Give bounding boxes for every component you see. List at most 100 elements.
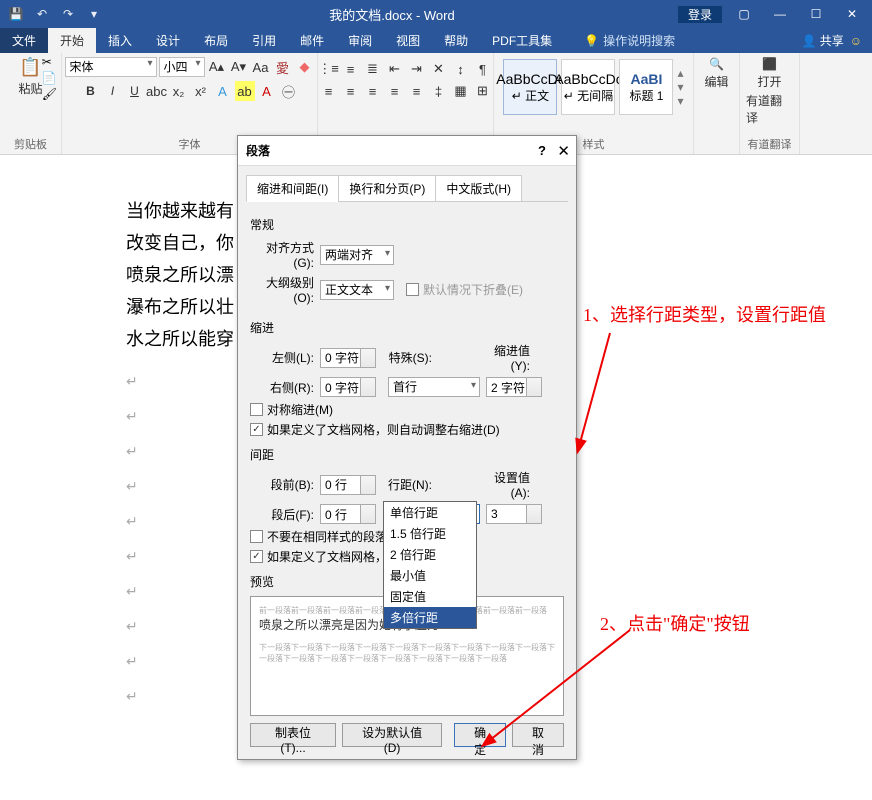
- share-button[interactable]: 👤 共享: [801, 32, 843, 49]
- tab-references[interactable]: 引用: [240, 28, 288, 53]
- shading-icon[interactable]: ▦: [451, 81, 471, 101]
- smiley-icon[interactable]: ☺: [850, 34, 862, 48]
- ok-button[interactable]: 确定: [454, 723, 506, 747]
- section-general: 常规: [250, 216, 564, 233]
- styles-down-icon[interactable]: ▾: [677, 80, 683, 94]
- highlight-icon[interactable]: ab: [235, 81, 255, 101]
- save-icon[interactable]: 💾: [4, 2, 28, 26]
- before-spinner[interactable]: 0 行: [320, 475, 376, 495]
- phonetic-icon[interactable]: 愛: [273, 57, 293, 77]
- line-spacing-icon[interactable]: ‡: [429, 81, 449, 101]
- default-button[interactable]: 设为默认值(D): [342, 723, 442, 747]
- outline-select[interactable]: 正文文本: [320, 280, 394, 300]
- format-painter-icon[interactable]: 🖌: [42, 87, 57, 101]
- youdao-button[interactable]: ⬛ 打开 有道翻译: [746, 57, 793, 126]
- bullets-icon[interactable]: ⋮≡: [319, 59, 339, 79]
- ribbon-options-icon[interactable]: ▢: [726, 0, 762, 28]
- subscript-icon[interactable]: x₂: [169, 81, 189, 101]
- after-spinner[interactable]: 0 行: [320, 504, 376, 524]
- grow-font-icon[interactable]: A▴: [207, 57, 227, 77]
- tab-mailings[interactable]: 邮件: [288, 28, 336, 53]
- cancel-button[interactable]: 取消: [512, 723, 564, 747]
- by-spinner[interactable]: 2 字符: [486, 377, 542, 397]
- style-normal[interactable]: AaBbCcDc ↵ 正文: [503, 59, 557, 115]
- dialog-close-icon[interactable]: ✕: [557, 142, 570, 160]
- style-nospacing[interactable]: AaBbCcDc ↵ 无间隔: [561, 59, 615, 115]
- align-right-icon[interactable]: ≡: [363, 81, 383, 101]
- tab-layout[interactable]: 布局: [192, 28, 240, 53]
- login-button[interactable]: 登录: [678, 6, 722, 23]
- special-indent-select[interactable]: 首行: [388, 377, 480, 397]
- drop-min[interactable]: 最小值: [384, 565, 476, 586]
- text-effects-icon[interactable]: A: [213, 81, 233, 101]
- tab-line-page-breaks[interactable]: 换行和分页(P): [338, 175, 436, 202]
- qat-customize-icon[interactable]: ▾: [82, 2, 106, 26]
- drop-double[interactable]: 2 倍行距: [384, 544, 476, 565]
- autogrid1-checkbox[interactable]: ✓: [250, 423, 263, 436]
- strike-icon[interactable]: abc: [147, 81, 167, 101]
- right-indent-spinner[interactable]: 0 字符: [320, 377, 376, 397]
- style-heading1[interactable]: AaBI 标题 1: [619, 59, 673, 115]
- maximize-icon[interactable]: ☐: [798, 0, 834, 28]
- styles-more-icon[interactable]: ▾: [677, 94, 683, 108]
- dec-indent-icon[interactable]: ⇤: [385, 59, 405, 79]
- styles-up-icon[interactable]: ▴: [677, 66, 683, 80]
- copy-icon[interactable]: 📄: [42, 71, 57, 85]
- tab-view[interactable]: 视图: [384, 28, 432, 53]
- tab-asian-typography[interactable]: 中文版式(H): [435, 175, 522, 202]
- underline-icon[interactable]: U: [125, 81, 145, 101]
- close-icon[interactable]: ✕: [834, 0, 870, 28]
- borders-icon[interactable]: ⊞: [473, 81, 493, 101]
- asian-layout-icon[interactable]: ✕: [429, 59, 449, 79]
- tab-design[interactable]: 设计: [144, 28, 192, 53]
- dialog-titlebar[interactable]: 段落 ? ✕: [238, 136, 576, 166]
- bold-icon[interactable]: B: [81, 81, 101, 101]
- line-spacing-dropdown: 单倍行距 1.5 倍行距 2 倍行距 最小值 固定值 多倍行距: [383, 501, 477, 629]
- minimize-icon[interactable]: —: [762, 0, 798, 28]
- tab-review[interactable]: 审阅: [336, 28, 384, 53]
- font-color-icon[interactable]: A: [257, 81, 277, 101]
- align-left-icon[interactable]: ≡: [319, 81, 339, 101]
- undo-icon[interactable]: ↶: [30, 2, 54, 26]
- distributed-icon[interactable]: ≡: [407, 81, 427, 101]
- tab-help[interactable]: 帮助: [432, 28, 480, 53]
- align-center-icon[interactable]: ≡: [341, 81, 361, 101]
- font-name-select[interactable]: 宋体: [65, 57, 157, 77]
- sort-icon[interactable]: ↕: [451, 59, 471, 79]
- drop-fixed[interactable]: 固定值: [384, 586, 476, 607]
- tab-insert[interactable]: 插入: [96, 28, 144, 53]
- alignment-select[interactable]: 两端对齐: [320, 245, 394, 265]
- font-size-select[interactable]: 小四: [159, 57, 205, 77]
- multilevel-icon[interactable]: ≣: [363, 59, 383, 79]
- tab-file[interactable]: 文件: [0, 28, 48, 53]
- align-justify-icon[interactable]: ≡: [385, 81, 405, 101]
- drop-onehalf[interactable]: 1.5 倍行距: [384, 523, 476, 544]
- tab-pdf[interactable]: PDF工具集: [480, 28, 564, 53]
- shrink-font-icon[interactable]: A▾: [229, 57, 249, 77]
- numbering-icon[interactable]: ≡: [341, 59, 361, 79]
- superscript-icon[interactable]: x²: [191, 81, 211, 101]
- inc-indent-icon[interactable]: ⇥: [407, 59, 427, 79]
- italic-icon[interactable]: I: [103, 81, 123, 101]
- cut-icon[interactable]: ✂: [42, 55, 57, 69]
- nosame-checkbox[interactable]: [250, 530, 263, 543]
- show-marks-icon[interactable]: ¶: [473, 59, 493, 79]
- edit-button[interactable]: 🔍 编辑: [704, 57, 728, 90]
- dialog-help-icon[interactable]: ?: [538, 143, 546, 158]
- tab-indent-spacing[interactable]: 缩进和间距(I): [246, 175, 339, 202]
- tell-me-search[interactable]: 💡 操作说明搜索: [584, 32, 675, 49]
- paste-button[interactable]: 📋 粘贴: [18, 57, 42, 97]
- collapse-checkbox[interactable]: [406, 283, 419, 296]
- clear-format-icon[interactable]: ◆: [295, 57, 315, 77]
- drop-multi[interactable]: 多倍行距: [384, 607, 476, 628]
- at-spinner[interactable]: 3: [486, 504, 542, 524]
- left-indent-spinner[interactable]: 0 字符: [320, 348, 376, 368]
- autogrid2-checkbox[interactable]: ✓: [250, 550, 263, 563]
- redo-icon[interactable]: ↷: [56, 2, 80, 26]
- tabs-button[interactable]: 制表位(T)...: [250, 723, 336, 747]
- change-case-icon[interactable]: Aa: [251, 57, 271, 77]
- drop-single[interactable]: 单倍行距: [384, 502, 476, 523]
- mirror-checkbox[interactable]: [250, 403, 263, 416]
- enclose-icon[interactable]: ㊀: [279, 81, 299, 101]
- tab-home[interactable]: 开始: [48, 28, 96, 53]
